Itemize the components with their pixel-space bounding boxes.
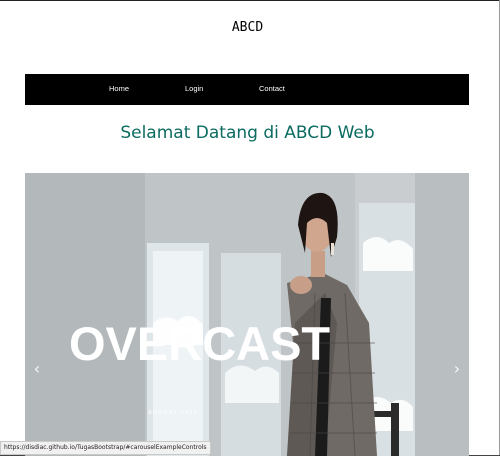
navbar: Home Login Contact [25,74,469,105]
window-top-edge [0,0,500,1]
chevron-left-icon[interactable]: ‹ [29,359,45,379]
carousel-slide-image: OVERCAST AUGUST 2021 [25,173,469,456]
carousel[interactable]: OVERCAST AUGUST 2021 ‹ › [25,173,469,456]
chevron-right-icon[interactable]: › [449,359,465,379]
welcome-heading: Selamat Datang di ABCD Web [120,123,375,143]
carousel-subline: AUGUST 2021 [148,410,198,416]
status-bar-url: https://disdiac.github.io/TugasBootstrap… [0,441,211,455]
nav-link-home[interactable]: Home [109,84,129,93]
nav-link-contact[interactable]: Contact [259,84,285,93]
brand-title: ABCD [231,20,264,35]
carousel-headline: OVERCAST [69,317,330,370]
nav-link-login[interactable]: Login [185,84,203,93]
